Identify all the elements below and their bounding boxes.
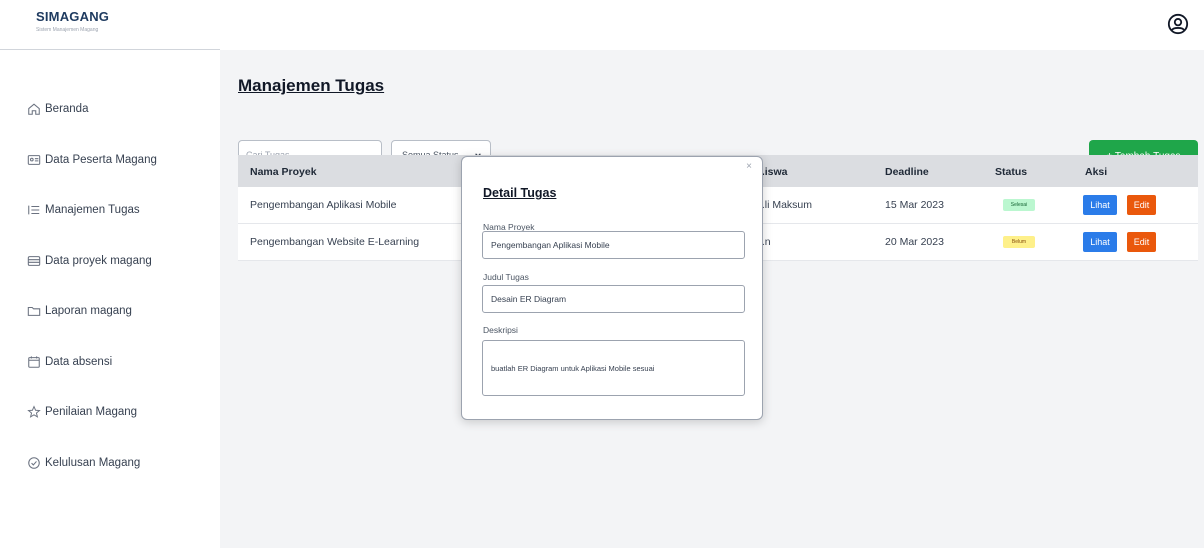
logo[interactable]: SIMAGANG Sistem Manajemen Magang xyxy=(0,0,220,50)
edit-button[interactable]: Edit xyxy=(1127,232,1156,252)
logo-tagline: Sistem Manajemen Magang xyxy=(36,27,99,33)
sidebar-item-laporan[interactable]: Laporan magang xyxy=(0,286,220,337)
sidebar: SIMAGANG Sistem Manajemen Magang Beranda… xyxy=(0,0,220,548)
user-circle-icon[interactable] xyxy=(1167,13,1189,35)
folder-icon xyxy=(27,307,41,317)
sidebar-nav: Beranda Data Peserta Magang Manajemen Tu… xyxy=(0,50,220,488)
project-name-field[interactable]: Pengembangan Aplikasi Mobile xyxy=(482,231,745,259)
sidebar-item-label: Laporan magang xyxy=(45,305,132,318)
id-card-icon xyxy=(27,154,41,165)
logo-text: SIMAGANG xyxy=(36,9,110,24)
list-icon xyxy=(28,205,40,215)
column-header: Deadline xyxy=(885,166,929,178)
status-badge: Belum xyxy=(1003,236,1035,248)
field-label-task-title: Judul Tugas xyxy=(483,272,529,282)
column-header: Status xyxy=(995,166,1028,178)
sidebar-item-kelulusan[interactable]: Kelulusan Magang xyxy=(0,438,220,489)
sidebar-item-label: Data Peserta Magang xyxy=(45,153,157,166)
view-button[interactable]: Lihat xyxy=(1083,232,1117,252)
database-icon xyxy=(27,255,41,266)
sidebar-item-beranda[interactable]: Beranda xyxy=(0,84,220,135)
sidebar-item-label: Data proyek magang xyxy=(45,254,152,267)
deadline-cell: 20 Mar 2023 xyxy=(885,236,944,248)
home-icon xyxy=(28,103,40,116)
page-title: Manajemen Tugas xyxy=(238,76,385,95)
star-icon xyxy=(27,405,41,419)
description-textarea[interactable]: buatlah ER Diagram untuk Aplikasi Mobile… xyxy=(482,340,745,396)
sidebar-item-label: Data absensi xyxy=(45,355,113,368)
student-cell: ...li Maksum xyxy=(756,199,813,211)
view-button[interactable]: Lihat xyxy=(1083,195,1117,215)
deadline-cell: 15 Mar 2023 xyxy=(885,199,944,211)
sidebar-item-data-peserta[interactable]: Data Peserta Magang xyxy=(0,135,220,186)
sidebar-item-absensi[interactable]: Data absensi xyxy=(0,337,220,388)
column-header: Aksi xyxy=(1085,166,1108,178)
task-title-field[interactable]: Desain ER Diagram xyxy=(482,285,745,313)
close-icon[interactable]: × xyxy=(746,161,752,172)
modal-title: Detail Tugas xyxy=(483,186,557,200)
sidebar-item-label: Manajemen Tugas xyxy=(45,204,140,217)
sidebar-item-penilaian[interactable]: Penilaian Magang xyxy=(0,387,220,438)
calendar-icon xyxy=(28,356,40,368)
sidebar-item-label: Kelulusan Magang xyxy=(45,456,141,469)
status-badge: Selesai xyxy=(1003,199,1035,211)
project-cell: Pengembangan Website E-Learning xyxy=(250,236,420,248)
sidebar-item-manajemen-tugas[interactable]: Manajemen Tugas xyxy=(0,185,220,236)
sidebar-item-label: Beranda xyxy=(45,103,89,116)
check-circle-icon xyxy=(28,456,40,469)
edit-button[interactable]: Edit xyxy=(1127,195,1156,215)
sidebar-item-data-proyek[interactable]: Data proyek magang xyxy=(0,236,220,287)
project-cell: Pengembangan Aplikasi Mobile xyxy=(250,199,397,211)
sidebar-item-label: Penilaian Magang xyxy=(45,406,138,419)
top-bar xyxy=(220,0,1204,50)
column-header: Nama Proyek xyxy=(250,166,317,178)
field-label-description: Deskripsi xyxy=(483,325,518,335)
task-detail-modal: × Detail Tugas Nama Proyek Pengembangan … xyxy=(461,156,763,420)
